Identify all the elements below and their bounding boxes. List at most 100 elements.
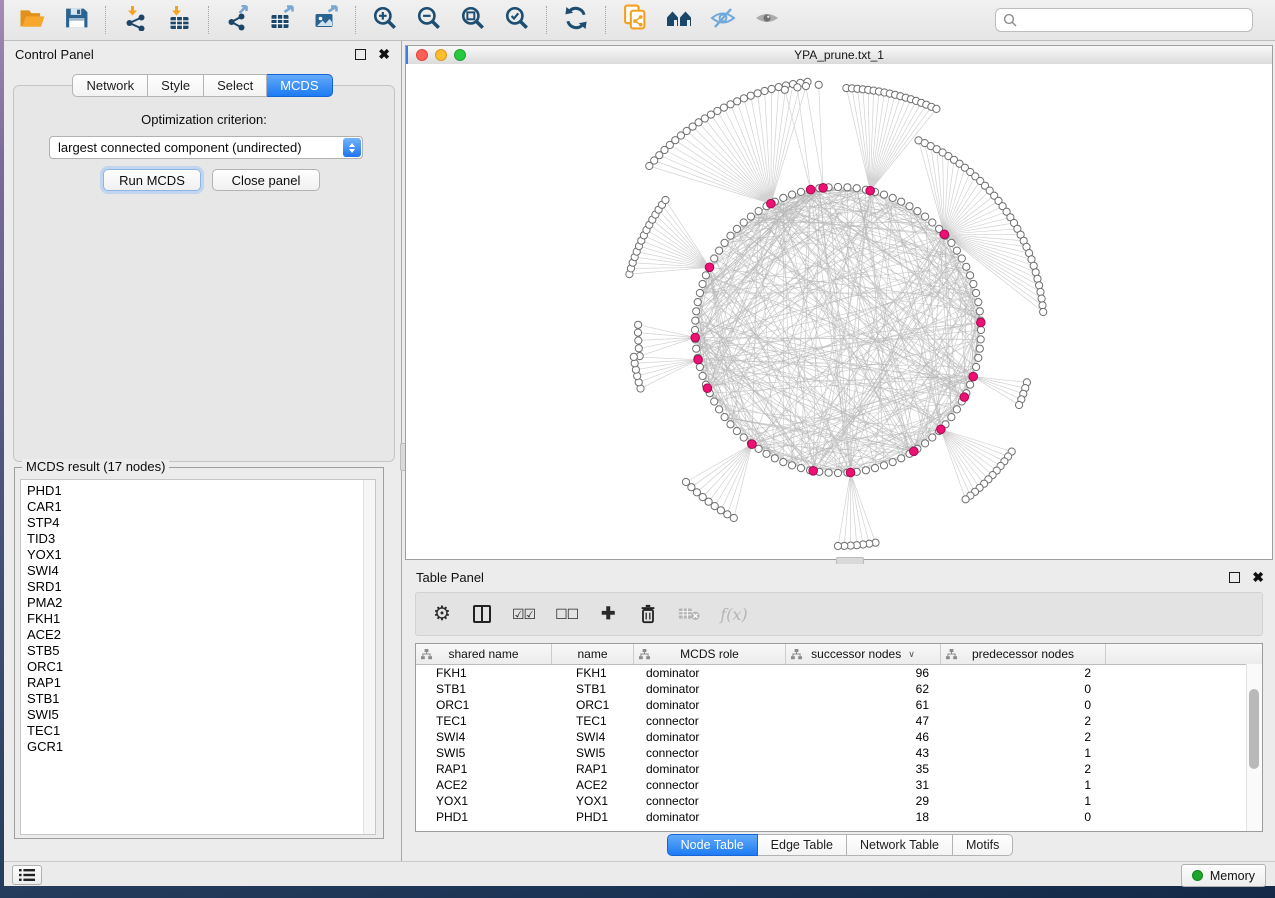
mcds-result-item[interactable]: FKH1: [27, 611, 363, 627]
task-history-button[interactable]: [12, 865, 42, 885]
tab-network-table[interactable]: Network Table: [847, 834, 953, 856]
table-cell[interactable]: YOX1: [552, 794, 634, 808]
mcds-result-item[interactable]: SRD1: [27, 579, 363, 595]
mcds-result-item[interactable]: TEC1: [27, 723, 363, 739]
mcds-result-item[interactable]: CAR1: [27, 499, 363, 515]
mcds-result-item[interactable]: STP4: [27, 515, 363, 531]
table-cell[interactable]: YOX1: [416, 794, 552, 808]
mcds-result-item[interactable]: PMA2: [27, 595, 363, 611]
table-cell[interactable]: 35: [786, 762, 941, 776]
float-panel-icon[interactable]: [355, 49, 366, 60]
table-row[interactable]: SWI4SWI4dominator462: [416, 729, 1262, 745]
table-cell[interactable]: 0: [941, 698, 1106, 712]
float-table-panel-icon[interactable]: [1229, 572, 1240, 583]
column-header-successor-nodes[interactable]: successor nodes∨: [786, 644, 941, 664]
table-cell[interactable]: 2: [941, 666, 1106, 680]
table-cell[interactable]: dominator: [634, 762, 786, 776]
table-cell[interactable]: 31: [786, 778, 941, 792]
save-session-button[interactable]: [59, 5, 93, 35]
table-scrollbar-thumb[interactable]: [1249, 689, 1259, 769]
table-cell[interactable]: 1: [941, 746, 1106, 760]
table-cell[interactable]: FKH1: [416, 666, 552, 680]
table-cell[interactable]: dominator: [634, 666, 786, 680]
table-cell[interactable]: 61: [786, 698, 941, 712]
mcds-result-item[interactable]: YOX1: [27, 547, 363, 563]
import-table-button[interactable]: [162, 5, 196, 35]
table-row[interactable]: PHD1PHD1dominator180: [416, 809, 1262, 825]
deselect-all-columns-button[interactable]: ☐☐: [555, 602, 578, 626]
apply-layout-button[interactable]: [559, 5, 593, 35]
hide-selected-button[interactable]: [706, 5, 740, 35]
table-cell[interactable]: ACE2: [416, 778, 552, 792]
table-cell[interactable]: 96: [786, 666, 941, 680]
table-cell[interactable]: 2: [941, 730, 1106, 744]
network-graph[interactable]: [406, 64, 1272, 559]
table-cell[interactable]: dominator: [634, 698, 786, 712]
close-panel-icon[interactable]: ✖: [378, 49, 390, 59]
zoom-in-button[interactable]: [368, 5, 402, 35]
mcds-result-item[interactable]: SWI5: [27, 707, 363, 723]
export-network-button[interactable]: [221, 5, 255, 35]
table-cell[interactable]: 2: [941, 714, 1106, 728]
table-scrollbar[interactable]: [1246, 664, 1262, 831]
table-cell[interactable]: SWI5: [416, 746, 552, 760]
table-cell[interactable]: SWI4: [552, 730, 634, 744]
mcds-result-item[interactable]: TID3: [27, 531, 363, 547]
table-cell[interactable]: 0: [941, 682, 1106, 696]
show-all-button[interactable]: [750, 5, 784, 35]
tab-network[interactable]: Network: [72, 74, 148, 97]
table-cell[interactable]: STB1: [552, 682, 634, 696]
delete-column-button[interactable]: [638, 602, 658, 626]
zoom-fit-button[interactable]: [456, 5, 490, 35]
search-input[interactable]: [1022, 12, 1245, 28]
table-cell[interactable]: PHD1: [416, 810, 552, 824]
tab-style[interactable]: Style: [148, 74, 204, 97]
table-cell[interactable]: STB1: [416, 682, 552, 696]
table-cell[interactable]: RAP1: [416, 762, 552, 776]
table-cell[interactable]: connector: [634, 714, 786, 728]
export-table-button[interactable]: [265, 5, 299, 35]
memory-button[interactable]: Memory: [1181, 864, 1266, 887]
table-cell[interactable]: PHD1: [552, 810, 634, 824]
mcds-result-item[interactable]: SWI4: [27, 563, 363, 579]
mcds-result-item[interactable]: RAP1: [27, 675, 363, 691]
share-network-button[interactable]: [618, 5, 652, 35]
zoom-out-button[interactable]: [412, 5, 446, 35]
add-column-button[interactable]: ✚: [598, 602, 618, 626]
table-cell[interactable]: TEC1: [416, 714, 552, 728]
table-row[interactable]: FKH1FKH1dominator962: [416, 665, 1262, 681]
table-cell[interactable]: connector: [634, 778, 786, 792]
table-row[interactable]: TEC1TEC1connector472: [416, 713, 1262, 729]
show-columns-button[interactable]: [472, 602, 492, 626]
tab-select[interactable]: Select: [204, 74, 267, 97]
close-table-panel-icon[interactable]: ✖: [1252, 572, 1264, 582]
table-cell[interactable]: ACE2: [552, 778, 634, 792]
table-cell[interactable]: SWI5: [552, 746, 634, 760]
export-image-button[interactable]: [309, 5, 343, 35]
table-cell[interactable]: dominator: [634, 730, 786, 744]
mcds-result-item[interactable]: PHD1: [27, 483, 363, 499]
mcds-result-item[interactable]: STB1: [27, 691, 363, 707]
table-cell[interactable]: 1: [941, 778, 1106, 792]
column-header-name[interactable]: name: [552, 644, 634, 664]
table-cell[interactable]: dominator: [634, 810, 786, 824]
table-cell[interactable]: connector: [634, 794, 786, 808]
table-row[interactable]: SWI5SWI5connector431: [416, 745, 1262, 761]
table-cell[interactable]: 18: [786, 810, 941, 824]
mcds-result-item[interactable]: ACE2: [27, 627, 363, 643]
tab-mcds[interactable]: MCDS: [267, 74, 332, 97]
table-cell[interactable]: SWI4: [416, 730, 552, 744]
tab-edge-table[interactable]: Edge Table: [758, 834, 847, 856]
tab-motifs[interactable]: Motifs: [953, 834, 1013, 856]
mcds-result-item[interactable]: GCR1: [27, 739, 363, 755]
first-neighbors-button[interactable]: [662, 5, 696, 35]
network-canvas[interactable]: [406, 64, 1272, 559]
table-cell[interactable]: 29: [786, 794, 941, 808]
list-scrollbar[interactable]: [363, 480, 375, 834]
table-row[interactable]: ACE2ACE2connector311: [416, 777, 1262, 793]
table-cell[interactable]: connector: [634, 746, 786, 760]
close-panel-button[interactable]: Close panel: [212, 169, 320, 191]
tab-node-table[interactable]: Node Table: [667, 834, 758, 856]
run-mcds-button[interactable]: Run MCDS: [103, 169, 201, 191]
zoom-selected-button[interactable]: [500, 5, 534, 35]
